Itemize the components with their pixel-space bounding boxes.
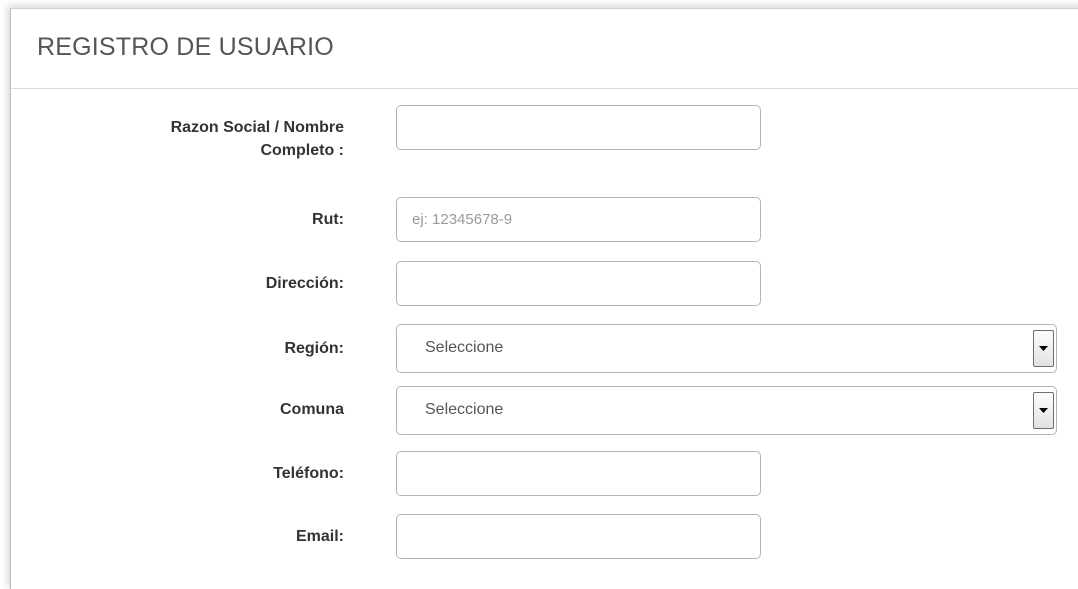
razon-social-input[interactable] bbox=[396, 105, 761, 150]
direccion-label: Dirección: bbox=[265, 275, 344, 292]
page-title: REGISTRO DE USUARIO bbox=[37, 33, 334, 61]
region-dropdown-button[interactable] bbox=[1033, 330, 1054, 367]
comuna-label: Comuna bbox=[280, 401, 344, 418]
chevron-down-icon bbox=[1039, 408, 1048, 413]
telefono-label: Teléfono: bbox=[273, 465, 344, 482]
rut-label: Rut: bbox=[312, 211, 344, 228]
chevron-down-icon bbox=[1039, 346, 1048, 351]
razon-social-label-line2: Completo : bbox=[260, 142, 344, 159]
region-select[interactable]: Seleccione bbox=[396, 324, 1057, 373]
rut-input[interactable] bbox=[396, 197, 761, 242]
razon-social-label: Razon Social / Nombre Completo : bbox=[171, 116, 344, 162]
razon-social-label-line1: Razon Social / Nombre bbox=[170, 119, 344, 136]
telefono-input[interactable] bbox=[396, 451, 761, 496]
region-select-value: Seleccione bbox=[425, 339, 504, 356]
email-label: Email: bbox=[295, 528, 344, 545]
panel-header: REGISTRO DE USUARIO bbox=[11, 9, 1078, 89]
region-label: Región: bbox=[284, 340, 344, 357]
comuna-select[interactable]: Seleccione bbox=[396, 386, 1057, 435]
comuna-select-value: Seleccione bbox=[425, 401, 504, 418]
direccion-input[interactable] bbox=[396, 261, 761, 306]
comuna-dropdown-button[interactable] bbox=[1033, 392, 1054, 429]
email-input[interactable] bbox=[396, 514, 761, 559]
